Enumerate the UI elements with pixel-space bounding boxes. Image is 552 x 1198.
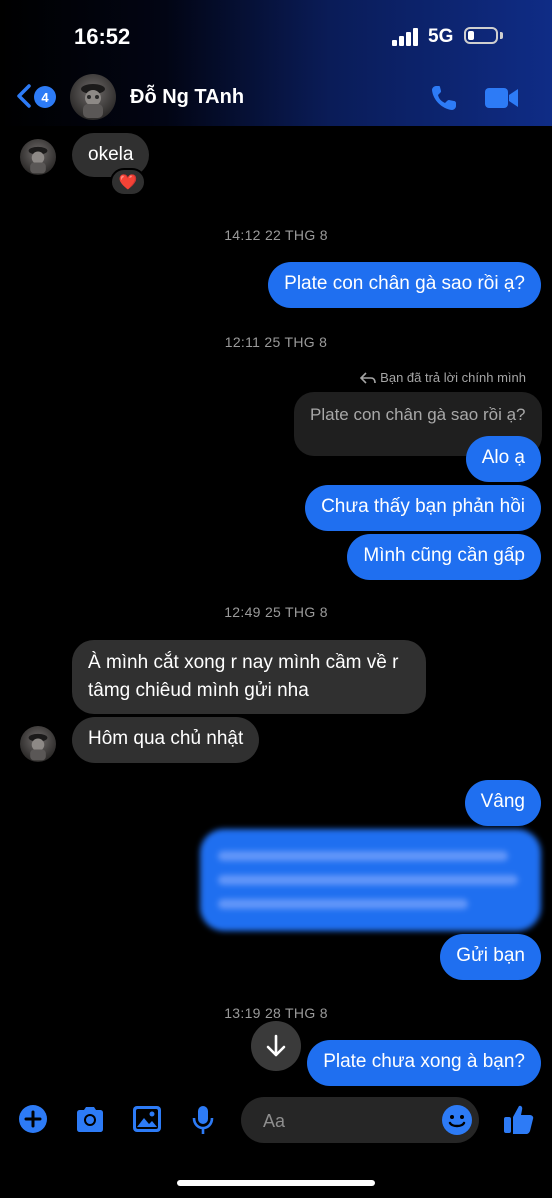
- message-outgoing[interactable]: Plate chưa xong à bạn?: [307, 1040, 541, 1086]
- unread-badge[interactable]: 4: [34, 86, 56, 108]
- timestamp: 12:49 25 THG 8: [224, 604, 328, 620]
- heart-reaction[interactable]: ❤️: [110, 168, 146, 196]
- reply-arrow-icon: [360, 371, 376, 384]
- message-outgoing[interactable]: Plate con chân gà sao rồi ạ?: [268, 262, 541, 308]
- reply-note: Bạn đã trả lời chính mình: [380, 370, 526, 385]
- timestamp: 14:12 22 THG 8: [224, 227, 328, 243]
- arrow-down-icon: [266, 1034, 286, 1057]
- message-outgoing[interactable]: Vâng: [464, 780, 541, 826]
- blurred-placeholder: [218, 899, 468, 909]
- reply-indicator: Bạn đã trả lời chính mình: [360, 370, 526, 385]
- network-type: 5G: [428, 26, 454, 47]
- message-outgoing[interactable]: Chưa thấy bạn phản hồi: [305, 485, 541, 531]
- emoji-icon[interactable]: [441, 1104, 473, 1136]
- message-line: tâmg chiêud mình gửi nha: [88, 680, 309, 701]
- signal-icon: [392, 28, 422, 46]
- message-outgoing[interactable]: Alo ạ: [465, 436, 541, 482]
- contact-name[interactable]: Đỗ Ng TAnh: [130, 86, 244, 109]
- thumbs-up-icon[interactable]: [502, 1102, 536, 1136]
- blurred-placeholder: [218, 875, 518, 885]
- microphone-icon[interactable]: [190, 1104, 216, 1136]
- heart-icon: ❤️: [118, 174, 138, 191]
- home-indicator: [177, 1180, 375, 1186]
- sender-avatar[interactable]: [20, 726, 56, 762]
- timestamp: 12:11 25 THG 8: [224, 334, 328, 350]
- message-outgoing[interactable]: Mình cũng cần gấp: [347, 534, 541, 580]
- back-chevron-icon[interactable]: [14, 84, 34, 108]
- camera-icon[interactable]: [74, 1104, 106, 1134]
- video-call-icon[interactable]: [484, 86, 520, 110]
- phone-call-icon[interactable]: [430, 84, 460, 112]
- message-incoming[interactable]: Hôm qua chủ nhật: [72, 717, 260, 763]
- battery-icon: [464, 27, 498, 44]
- message-outgoing[interactable]: Gửi bạn: [440, 934, 541, 980]
- battery-tip: [500, 32, 503, 39]
- sender-avatar[interactable]: [20, 139, 56, 175]
- message-incoming[interactable]: À mình cắt xong r nay mình cầm về r tâmg…: [72, 640, 426, 714]
- blurred-placeholder: [218, 851, 508, 861]
- message-input[interactable]: [261, 1107, 435, 1135]
- message-line: À mình cắt xong r nay mình cầm về r: [88, 652, 399, 673]
- message-outgoing-blurred[interactable]: [200, 829, 541, 931]
- plus-icon[interactable]: [18, 1104, 48, 1134]
- timestamp: 13:19 28 THG 8: [224, 1005, 328, 1021]
- scroll-to-bottom-button[interactable]: [251, 1021, 301, 1071]
- contact-avatar[interactable]: [70, 74, 116, 120]
- image-gallery-icon[interactable]: [131, 1104, 163, 1134]
- status-time: 16:52: [74, 24, 131, 49]
